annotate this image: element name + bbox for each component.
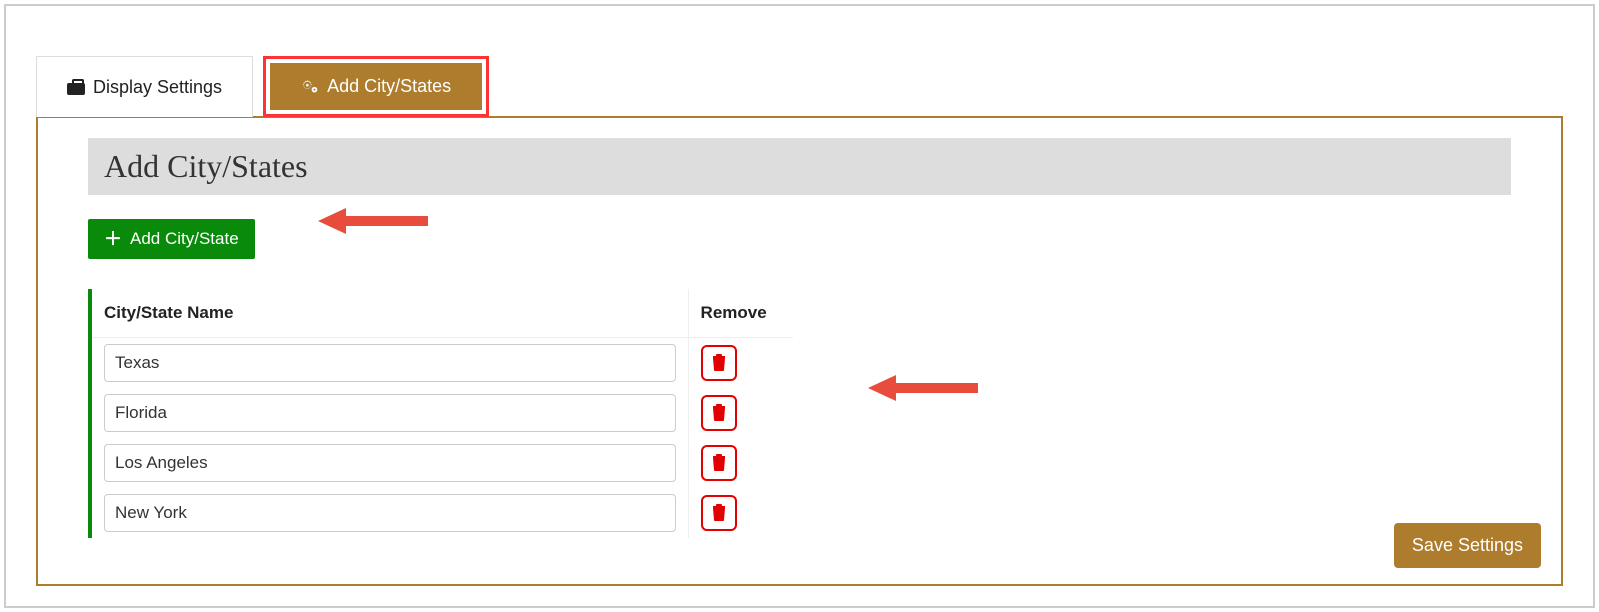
table-header-name: City/State Name xyxy=(90,289,688,338)
trash-icon xyxy=(711,503,727,524)
tab-label: Display Settings xyxy=(93,77,222,98)
tab-display-settings[interactable]: Display Settings xyxy=(36,56,253,117)
city-state-input[interactable] xyxy=(104,494,676,532)
trash-icon xyxy=(711,353,727,374)
tab-label: Add City/States xyxy=(327,76,451,97)
plus-icon: ＋ xyxy=(104,230,122,248)
remove-button[interactable] xyxy=(701,445,737,481)
page-title: Add City/States xyxy=(88,138,1511,195)
city-state-input[interactable] xyxy=(104,394,676,432)
remove-button[interactable] xyxy=(701,495,737,531)
table-row xyxy=(90,388,793,438)
add-button-label: Add City/State xyxy=(130,229,239,249)
briefcase-icon xyxy=(67,79,85,95)
city-state-input[interactable] xyxy=(104,344,676,382)
remove-button[interactable] xyxy=(701,395,737,431)
trash-icon xyxy=(711,453,727,474)
city-state-table-container: City/State Name Remove xyxy=(88,289,793,538)
app-frame: Display Settings Add City/States Add Cit… xyxy=(4,4,1595,608)
tabs-row: Display Settings Add City/States xyxy=(36,56,1563,117)
tab-add-city-states[interactable]: Add City/States xyxy=(270,63,482,110)
annotation-arrow-icon xyxy=(318,206,428,236)
table-header-remove: Remove xyxy=(688,289,793,338)
trash-icon xyxy=(711,403,727,424)
save-settings-button[interactable]: Save Settings xyxy=(1394,523,1541,568)
table-row xyxy=(90,438,793,488)
table-row xyxy=(90,338,793,389)
city-state-input[interactable] xyxy=(104,444,676,482)
city-state-table: City/State Name Remove xyxy=(88,289,793,538)
add-city-state-button[interactable]: ＋ Add City/State xyxy=(88,219,255,259)
table-row xyxy=(90,488,793,538)
gears-icon xyxy=(301,79,319,95)
tab-highlight-border: Add City/States xyxy=(263,56,489,117)
content-panel: Add City/States ＋ Add City/State City/St… xyxy=(36,116,1563,586)
annotation-arrow-icon xyxy=(868,373,978,403)
remove-button[interactable] xyxy=(701,345,737,381)
